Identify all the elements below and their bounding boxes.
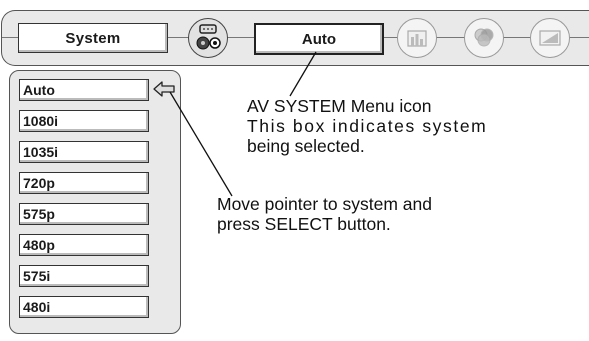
- system-option-1035i[interactable]: 1035i: [19, 141, 149, 163]
- annotation-av-icon-desc-2: being selected.: [247, 136, 365, 156]
- system-list-panel: Auto 1080i 1035i 720p 575p 480p 575i 480…: [9, 70, 181, 334]
- system-menu-label: System: [18, 23, 168, 53]
- screen-icon: [539, 30, 561, 46]
- color-menu-icon[interactable]: [464, 18, 504, 58]
- annotation-av-icon-title: AV SYSTEM Menu icon: [247, 96, 432, 116]
- system-option-720p[interactable]: 720p: [19, 172, 149, 194]
- system-option-480i[interactable]: 480i: [19, 296, 149, 318]
- image-menu-icon[interactable]: [397, 18, 437, 58]
- system-option-auto[interactable]: Auto: [19, 79, 149, 101]
- system-option-480p[interactable]: 480p: [19, 234, 149, 256]
- bar-graph-icon: [407, 30, 427, 47]
- system-option-575p[interactable]: 575p: [19, 203, 149, 225]
- color-circles-icon: [474, 28, 494, 47]
- selected-system-box: Auto: [254, 23, 384, 55]
- screen-menu-icon[interactable]: [530, 18, 570, 58]
- system-option-575i[interactable]: 575i: [19, 265, 149, 287]
- av-system-icon[interactable]: [188, 18, 228, 58]
- annotation-av-icon-desc-1: This box indicates system: [247, 116, 488, 136]
- annotation-pointer-2: press SELECT button.: [217, 214, 391, 234]
- annotation-pointer-1: Move pointer to system and: [217, 194, 432, 214]
- system-option-1080i[interactable]: 1080i: [19, 110, 149, 132]
- av-connector-icon: [196, 24, 221, 50]
- menu-bar: System Auto: [1, 10, 589, 66]
- pointer-arrow-icon: [153, 81, 175, 97]
